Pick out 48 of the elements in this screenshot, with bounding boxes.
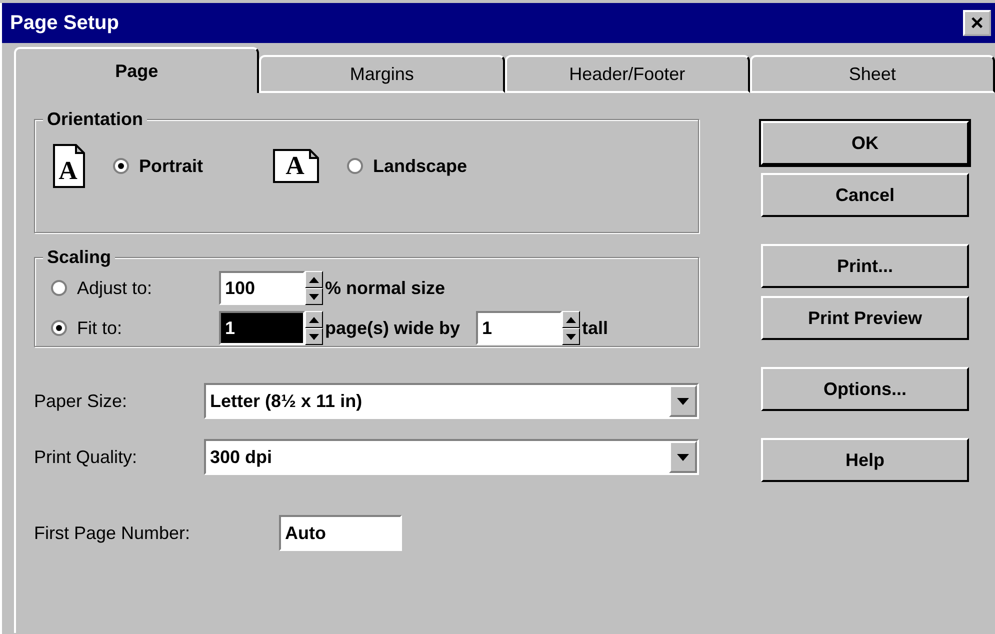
radio-label[interactable]: Adjust to: — [77, 274, 152, 302]
close-button[interactable]: × — [963, 10, 991, 36]
dialog-button[interactable]: Help — [761, 438, 969, 482]
first-page-number-field[interactable]: Auto — [279, 515, 402, 551]
print-quality-dropdown[interactable]: 300 dpi — [204, 439, 699, 475]
caret-icon — [677, 454, 689, 460]
spin-down-button[interactable] — [562, 328, 580, 345]
dialog-button[interactable]: Print Preview — [761, 296, 969, 340]
tab[interactable]: Sheet — [750, 55, 995, 93]
radio-button[interactable] — [347, 158, 364, 174]
dropdown-button[interactable] — [669, 385, 697, 417]
dialog-button[interactable]: OK — [761, 121, 969, 165]
dialog-button[interactable]: Options... — [761, 367, 969, 411]
up-arrow-icon — [309, 316, 319, 322]
paper-size-dropdown[interactable]: Letter (8½ x 11 in) — [204, 383, 699, 419]
spin-down-button[interactable] — [305, 288, 323, 305]
unit-label: tall — [582, 316, 608, 340]
unit-label: page(s) wide by — [325, 316, 460, 340]
spin-down-button[interactable] — [305, 328, 323, 345]
spin-up-button[interactable] — [305, 271, 323, 288]
caret-icon — [677, 398, 689, 404]
up-arrow-icon — [566, 316, 576, 322]
up-arrow-icon — [309, 276, 319, 282]
tab[interactable]: Header/Footer — [504, 55, 750, 93]
radio-label[interactable]: Portrait — [139, 152, 204, 180]
field-label: First Page Number: — [34, 522, 192, 545]
number-field[interactable]: 1 — [476, 311, 562, 345]
unit-label: % normal size — [325, 276, 446, 300]
down-arrow-icon — [309, 334, 319, 340]
down-arrow-icon — [309, 294, 319, 300]
radio-label[interactable]: Landscape — [373, 152, 468, 180]
number-field[interactable]: 100 — [219, 271, 305, 305]
spin-up-button[interactable] — [562, 311, 580, 328]
field-label: Print Quality: — [34, 446, 138, 469]
window-title: Page Setup — [10, 11, 119, 36]
tab[interactable]: Page — [14, 47, 260, 93]
tab[interactable]: Margins — [259, 55, 504, 93]
radio-button[interactable] — [51, 280, 67, 296]
dialog-button[interactable]: Cancel — [761, 173, 969, 217]
dialog-button[interactable]: Print... — [761, 244, 969, 288]
field-label: Paper Size: — [34, 390, 128, 413]
spin-up-button[interactable] — [305, 311, 323, 328]
dropdown-button[interactable] — [669, 441, 697, 473]
radio-button[interactable] — [51, 320, 67, 336]
radio-label[interactable]: Fit to: — [77, 314, 122, 342]
down-arrow-icon — [566, 334, 576, 340]
number-field[interactable]: 1 — [219, 311, 305, 345]
radio-button[interactable] — [113, 158, 129, 174]
